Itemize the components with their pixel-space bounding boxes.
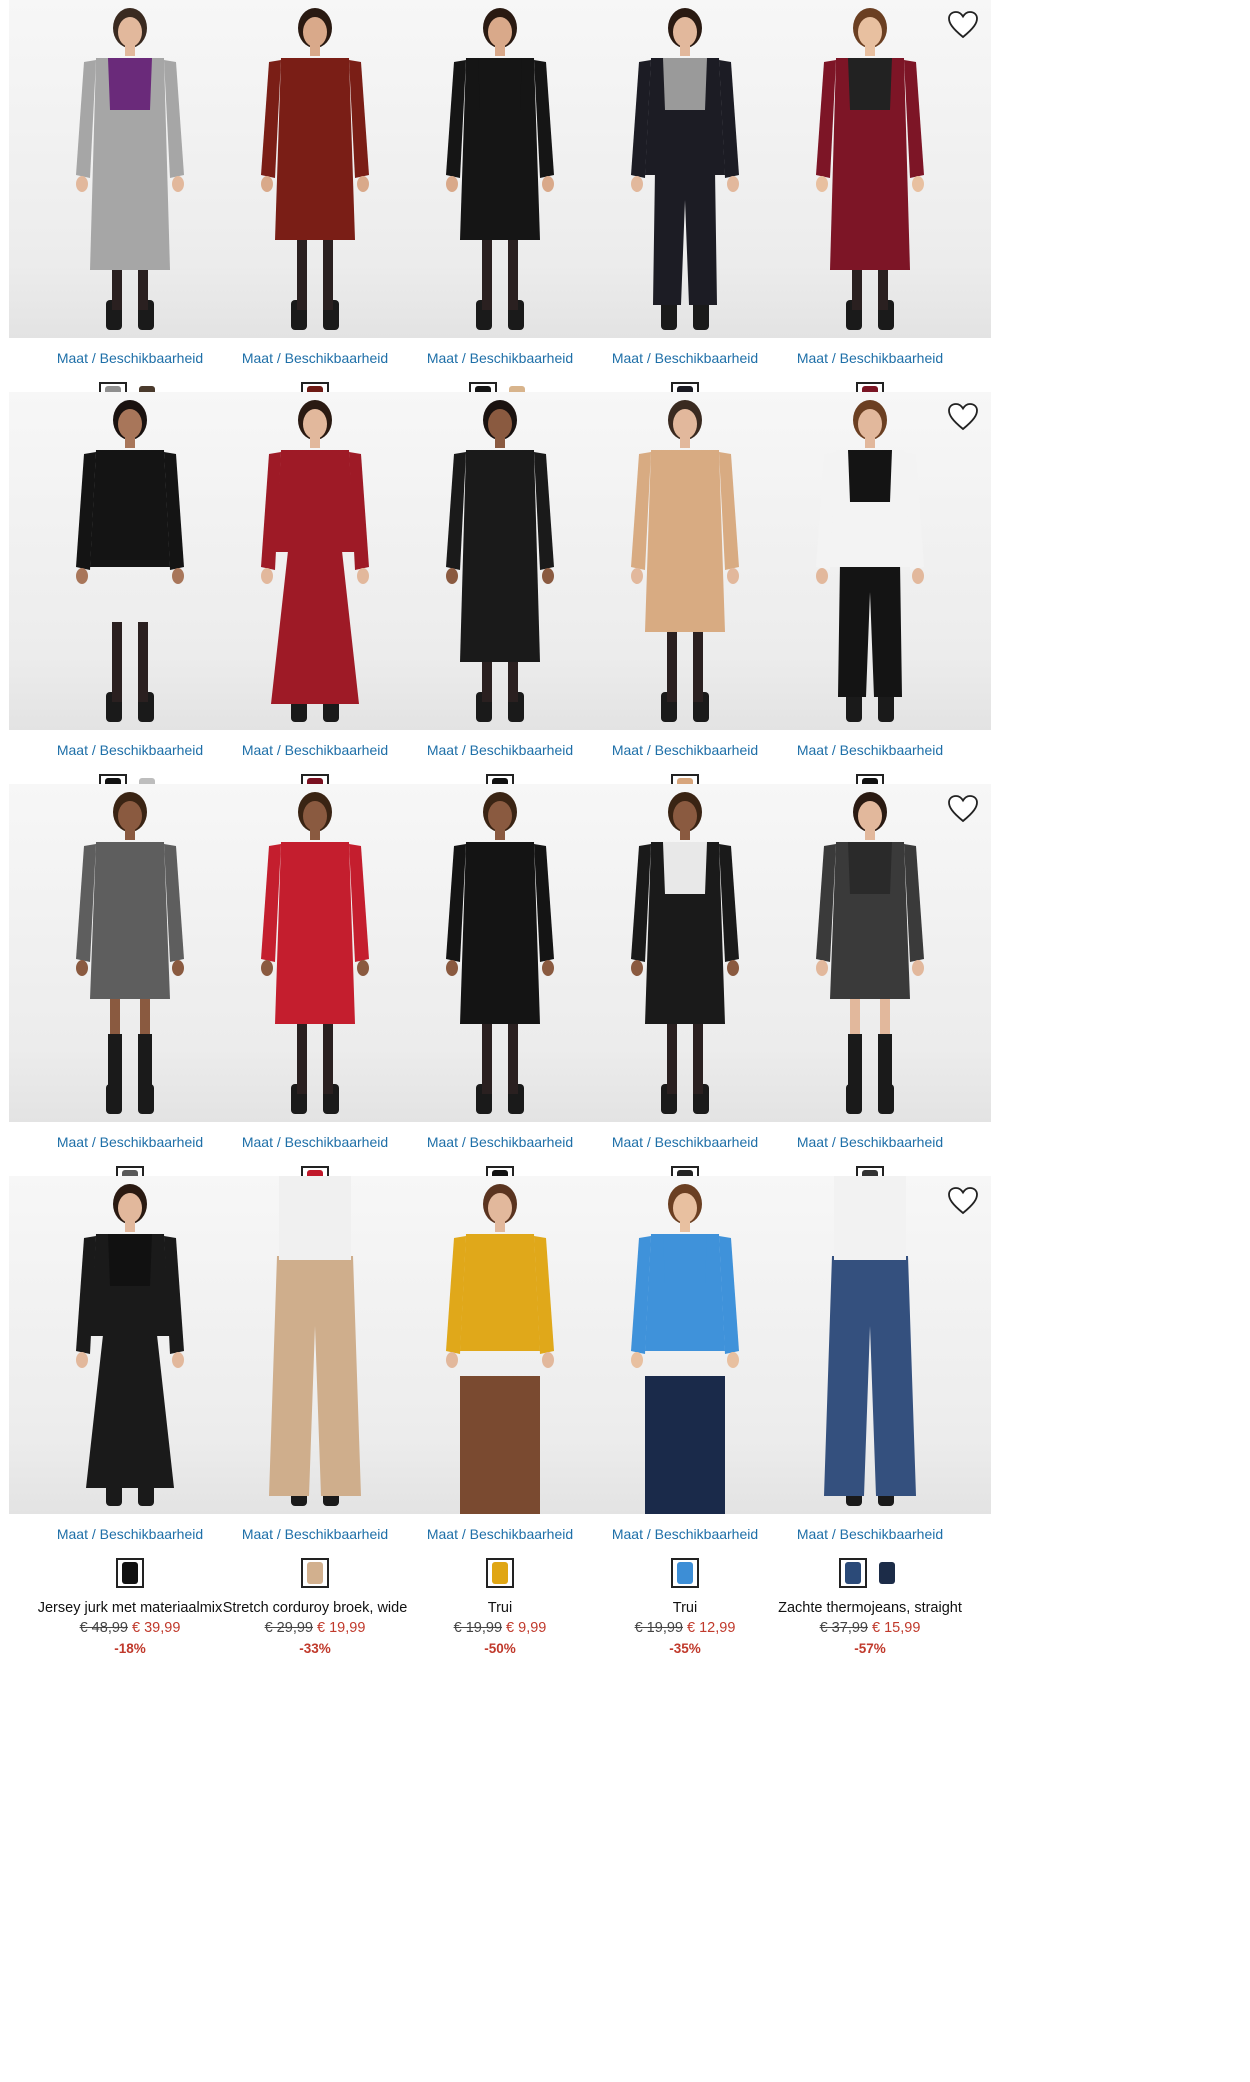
color-swatch[interactable] bbox=[671, 1558, 699, 1588]
model-figure bbox=[816, 792, 924, 1114]
wishlist-heart-icon[interactable] bbox=[947, 402, 979, 432]
product-price: € 37,99 € 15,99 bbox=[749, 1620, 991, 1636]
color-swatches bbox=[749, 1558, 991, 1588]
color-chip bbox=[307, 1562, 323, 1584]
color-chip bbox=[122, 1562, 138, 1584]
product-name[interactable]: Zachte thermojeans, straight bbox=[749, 1600, 991, 1616]
color-swatch[interactable] bbox=[839, 1558, 867, 1588]
product-image[interactable] bbox=[749, 1176, 991, 1514]
model-figure bbox=[824, 1176, 916, 1506]
size-availability-link[interactable]: Maat / Beschikbaarheid bbox=[749, 742, 991, 758]
new-price: € 12,99 bbox=[687, 1620, 736, 1636]
new-price: € 39,99 bbox=[132, 1620, 181, 1636]
color-swatch[interactable] bbox=[486, 1558, 514, 1588]
product-image[interactable] bbox=[749, 0, 991, 338]
wishlist-heart-icon[interactable] bbox=[947, 794, 979, 824]
product-card[interactable]: Maat / Beschikbaarheid Zachte thermojean… bbox=[749, 1176, 995, 1686]
color-swatch[interactable] bbox=[873, 1558, 901, 1588]
old-price: € 19,99 bbox=[453, 1620, 503, 1636]
size-availability-link[interactable]: Maat / Beschikbaarheid bbox=[749, 350, 991, 366]
color-chip bbox=[677, 1562, 693, 1584]
new-price: € 15,99 bbox=[872, 1620, 921, 1636]
size-availability-link[interactable]: Maat / Beschikbaarheid bbox=[749, 1134, 991, 1150]
model-figure bbox=[816, 8, 924, 330]
product-image[interactable] bbox=[749, 392, 991, 730]
size-availability-link[interactable]: Maat / Beschikbaarheid bbox=[749, 1526, 991, 1542]
new-price: € 19,99 bbox=[317, 1620, 366, 1636]
wishlist-heart-icon[interactable] bbox=[947, 10, 979, 40]
product-image[interactable] bbox=[749, 784, 991, 1122]
model-figure bbox=[816, 400, 924, 722]
old-price: € 48,99 bbox=[79, 1620, 128, 1636]
color-chip bbox=[492, 1562, 508, 1584]
color-swatch[interactable] bbox=[301, 1558, 329, 1588]
wishlist-heart-icon[interactable] bbox=[947, 1186, 979, 1216]
old-price: € 37,99 bbox=[819, 1620, 868, 1636]
color-chip bbox=[845, 1562, 861, 1584]
discount-percentage: -57% bbox=[854, 1641, 886, 1656]
color-chip bbox=[879, 1562, 895, 1584]
color-swatch[interactable] bbox=[116, 1558, 144, 1588]
old-price: € 29,99 bbox=[264, 1620, 313, 1636]
old-price: € 19,99 bbox=[634, 1620, 683, 1636]
product-grid: Maat / Beschikbaarheid PREMIUM Lang gebr… bbox=[0, 0, 1250, 2082]
new-price: € 9,99 bbox=[506, 1620, 547, 1636]
